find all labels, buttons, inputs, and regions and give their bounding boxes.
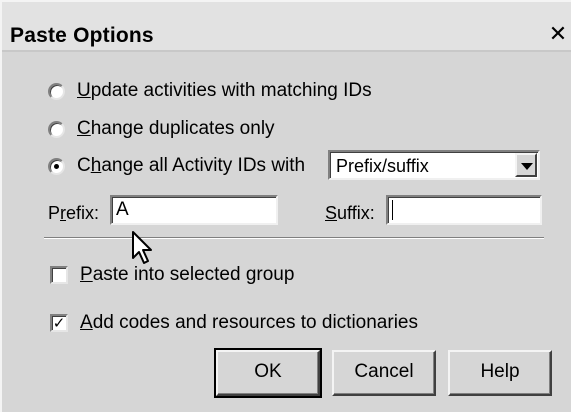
text-caret — [392, 199, 393, 220]
prefix-input[interactable]: A — [110, 195, 278, 225]
radio-update-matching-label: Update activities with matching IDs — [77, 80, 372, 101]
title-bar: Paste Options ✕ — [2, 2, 571, 52]
checkbox[interactable] — [50, 266, 68, 284]
id-change-mode-select[interactable]: Prefix/suffix — [328, 150, 540, 180]
suffix-input[interactable] — [386, 195, 542, 225]
suffix-label: Suffix: — [325, 203, 375, 223]
radio-change-duplicates-label: Change duplicates only — [77, 118, 275, 139]
paste-options-dialog: Paste Options ✕ Update activities with m… — [0, 0, 571, 412]
checkbox-add-codes-label: Add codes and resources to dictionaries — [80, 312, 418, 333]
radio-update-matching[interactable]: Update activities with matching IDs — [48, 80, 372, 102]
cancel-button[interactable]: Cancel — [332, 350, 436, 396]
help-button[interactable]: Help — [448, 350, 552, 396]
radio-change-all[interactable]: Change all Activity IDs with — [48, 155, 305, 177]
ok-button[interactable]: OK — [214, 348, 322, 398]
checkbox-add-codes[interactable]: ✓ Add codes and resources to dictionarie… — [50, 312, 418, 334]
checkbox[interactable]: ✓ — [50, 314, 68, 332]
chevron-down-icon[interactable] — [515, 153, 537, 177]
radio-change-all-label: Change all Activity IDs with — [77, 155, 306, 176]
radio-button[interactable] — [48, 120, 65, 138]
separator — [44, 237, 544, 239]
close-icon[interactable]: ✕ — [546, 22, 570, 48]
radio-change-duplicates[interactable]: Change duplicates only — [48, 118, 275, 140]
dialog-title: Paste Options — [10, 24, 154, 47]
checkbox-paste-into-group[interactable]: Paste into selected group — [50, 264, 294, 286]
prefix-label: Prefix: — [48, 203, 100, 223]
radio-button[interactable] — [48, 82, 65, 100]
checkbox-paste-into-group-label: Paste into selected group — [80, 264, 295, 285]
mouse-pointer-icon — [132, 231, 152, 264]
radio-button[interactable] — [48, 157, 65, 175]
select-value: Prefix/suffix — [336, 156, 429, 176]
